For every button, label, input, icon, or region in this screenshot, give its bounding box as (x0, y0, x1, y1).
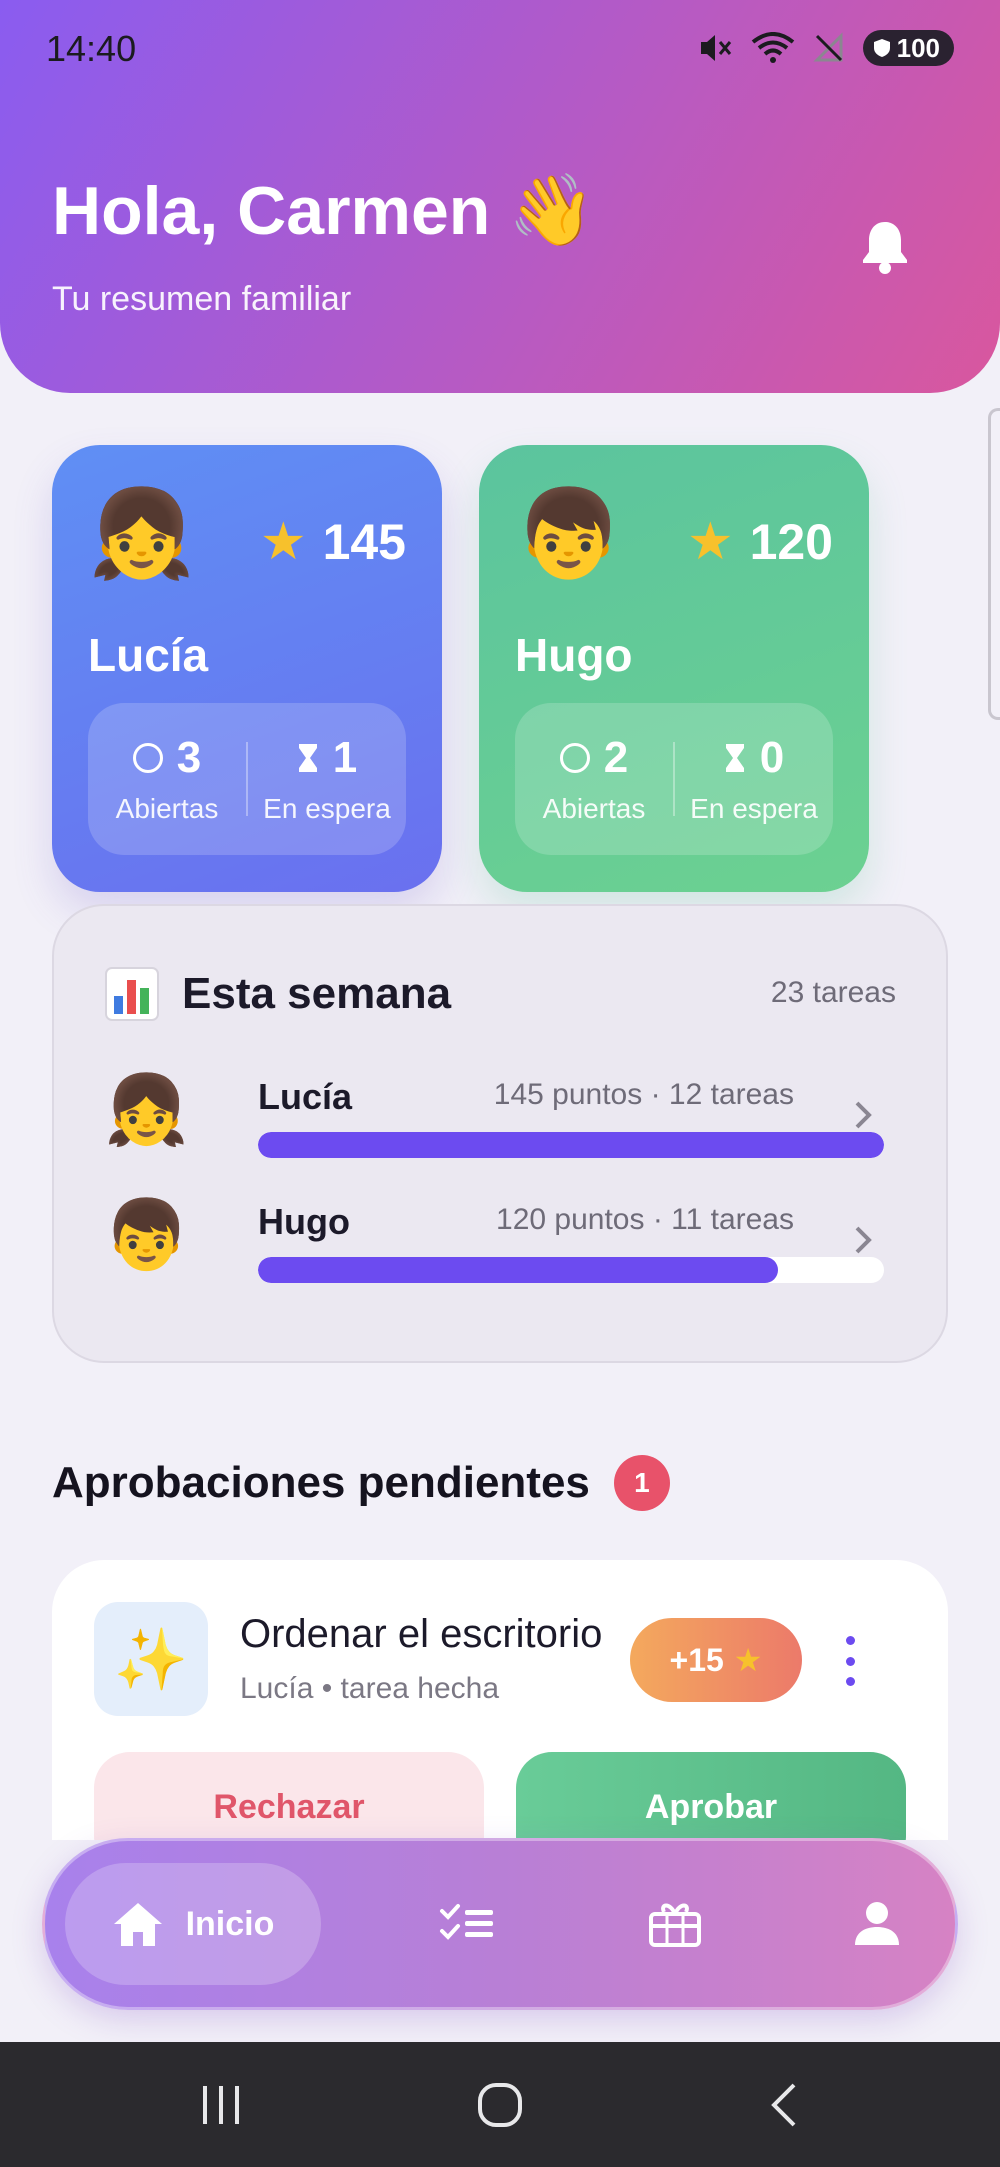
waiting-count: 0 (759, 733, 785, 782)
avatar: 👧 (88, 486, 196, 582)
week-title: Esta semana (104, 966, 451, 1022)
more-options-icon[interactable] (842, 1636, 858, 1686)
reward-value: +15 (669, 1641, 724, 1678)
kid-card-lucia[interactable]: 👧 ★ 145 Lucía 3 Abiertas 1 En espera (52, 445, 442, 892)
approvals-title: Aprobaciones pendientes 1 (52, 1455, 670, 1511)
points: ★ 145 (260, 513, 406, 571)
bottom-nav: Inicio (42, 1838, 958, 2010)
avatar: 👦 (515, 486, 623, 582)
hourglass-icon (725, 744, 744, 772)
task-title: Ordenar el escritorio (240, 1612, 603, 1656)
wave-emoji: 👋 (508, 171, 596, 249)
kid-stats: 3 Abiertas 1 En espera (88, 703, 406, 855)
system-nav-bar (0, 2042, 1000, 2167)
progress-fill (258, 1257, 778, 1283)
status-time: 14:40 (46, 28, 137, 69)
waiting-label: En espera (690, 793, 818, 824)
chevron-right-icon (855, 1101, 872, 1129)
star-icon: ★ (259, 513, 307, 571)
no-signal-icon (812, 32, 843, 62)
row-meta: 120 puntos · 11 tareas (496, 1203, 794, 1236)
gift-icon (649, 1903, 701, 1947)
header: 14:40 100 Hola, Carmen 👋 Tu resumen fami… (0, 0, 1000, 393)
progress-bar (258, 1132, 884, 1158)
star-icon: ★ (686, 513, 734, 571)
week-total: 23 tareas (770, 976, 896, 1009)
recent-apps-icon[interactable] (198, 2082, 244, 2128)
profile-icon (855, 1902, 899, 1945)
chevron-right-icon (855, 1226, 872, 1254)
nav-home-tab[interactable]: Inicio (65, 1863, 321, 1985)
greeting: Hola, Carmen 👋 (52, 170, 596, 252)
waiting-tasks-stat: 1 En espera (248, 703, 406, 855)
sparkles-icon: ✨ (94, 1602, 208, 1716)
waiting-label: En espera (263, 793, 391, 824)
points-value: 120 (749, 514, 833, 570)
kid-name: Hugo (515, 629, 633, 681)
status-icons: 100 (697, 30, 954, 66)
week-row-hugo[interactable]: 👦 Hugo 120 puntos · 11 tareas (104, 1191, 904, 1301)
points-value: 145 (322, 514, 406, 570)
circle-icon (132, 743, 163, 773)
row-meta: 145 puntos · 12 tareas (493, 1078, 794, 1111)
week-title-text: Esta semana (182, 969, 452, 1018)
mute-icon (700, 35, 731, 61)
bar-chart-icon (105, 967, 159, 1021)
kid-card-hugo[interactable]: 👦 ★ 120 Hugo 2 Abiertas 0 En espera (479, 445, 869, 892)
bell-icon[interactable] (860, 218, 910, 274)
row-name: Lucía (258, 1076, 353, 1117)
home-button-icon[interactable] (477, 2082, 523, 2128)
nav-home-label: Inicio (185, 1904, 275, 1943)
week-row-lucia[interactable]: 👧 Lucía 145 puntos · 12 tareas (104, 1066, 904, 1176)
nav-rewards-tab[interactable] (643, 1891, 707, 1955)
kid-name: Lucía (88, 629, 209, 681)
avatar: 👦 (104, 1197, 189, 1273)
avatar: 👧 (104, 1072, 189, 1148)
tasks-icon (440, 1904, 493, 1940)
header-subtitle: Tu resumen familiar (52, 280, 352, 318)
open-count: 2 (603, 733, 629, 782)
wifi-icon (751, 32, 794, 63)
progress-bar (258, 1257, 884, 1283)
status-bar: 14:40 100 (0, 0, 1000, 100)
shield-icon (873, 39, 890, 57)
open-label: Abiertas (542, 793, 646, 824)
week-summary-card: Esta semana 23 tareas 👧 Lucía 145 puntos… (52, 904, 948, 1363)
waiting-count: 1 (332, 733, 358, 782)
hourglass-icon (298, 744, 317, 772)
open-tasks-stat: 2 Abiertas (515, 703, 673, 855)
back-icon[interactable] (762, 2082, 808, 2128)
open-count: 3 (176, 733, 202, 782)
greeting-text: Hola, Carmen (52, 173, 491, 249)
progress-fill (258, 1132, 884, 1158)
circle-icon (559, 743, 590, 773)
edge-panel-handle[interactable] (988, 408, 1000, 720)
open-label: Abiertas (115, 793, 219, 824)
open-tasks-stat: 3 Abiertas (88, 703, 246, 855)
nav-profile-tab[interactable] (845, 1891, 909, 1955)
kid-stats: 2 Abiertas 0 En espera (515, 703, 833, 855)
waiting-tasks-stat: 0 En espera (675, 703, 833, 855)
row-name: Hugo (258, 1201, 350, 1242)
approvals-title-text: Aprobaciones pendientes (52, 1458, 590, 1507)
approve-button[interactable]: Aprobar (516, 1752, 906, 1840)
nav-tasks-tab[interactable] (435, 1891, 499, 1955)
reject-button[interactable]: Rechazar (94, 1752, 484, 1840)
reward-badge: +15 ★ (630, 1618, 802, 1702)
approvals-count-badge: 1 (613, 1455, 670, 1511)
approval-card: ✨ Ordenar el escritorio Lucía • tarea he… (52, 1560, 948, 1840)
home-icon (113, 1903, 162, 1946)
battery-indicator: 100 (862, 30, 954, 66)
task-subtitle: Lucía • tarea hecha (240, 1672, 500, 1705)
star-icon: ★ (733, 1642, 763, 1678)
battery-level: 100 (896, 32, 940, 63)
points: ★ 120 (687, 513, 833, 571)
